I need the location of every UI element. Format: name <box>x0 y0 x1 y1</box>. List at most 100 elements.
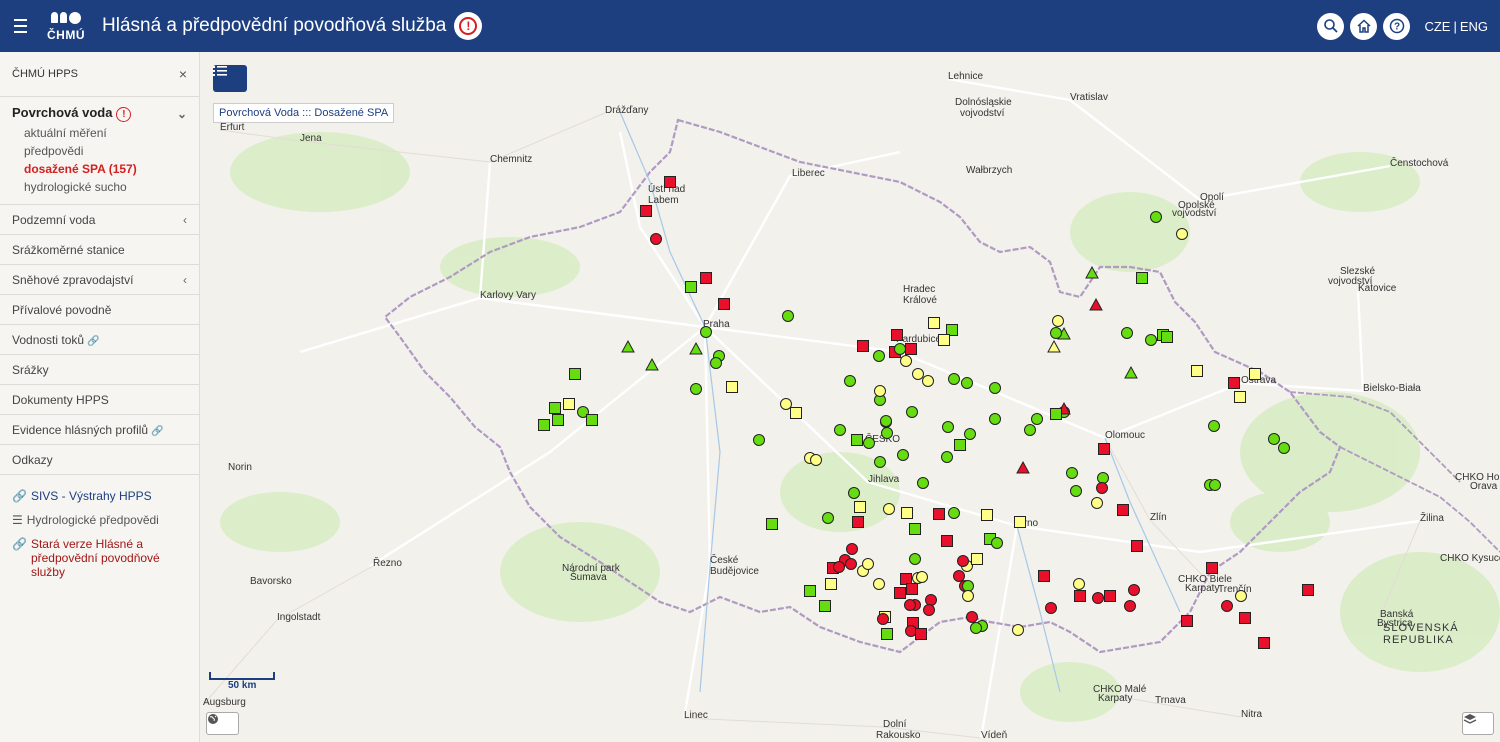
station-marker-square[interactable] <box>538 419 550 431</box>
station-marker-circle[interactable] <box>710 357 722 369</box>
station-marker-square[interactable] <box>586 414 598 426</box>
station-marker-circle[interactable] <box>948 507 960 519</box>
station-marker-square[interactable] <box>1161 331 1173 343</box>
station-marker-square[interactable] <box>1228 377 1240 389</box>
station-marker-circle[interactable] <box>810 454 822 466</box>
station-marker-circle[interactable] <box>1121 327 1133 339</box>
station-marker-triangle[interactable] <box>621 339 635 353</box>
station-marker-square[interactable] <box>906 583 918 595</box>
sidebar-item[interactable]: Srážkoměrné stanice <box>0 234 199 264</box>
station-marker-circle[interactable] <box>1235 590 1247 602</box>
station-marker-circle[interactable] <box>904 599 916 611</box>
station-marker-square[interactable] <box>1074 590 1086 602</box>
map-canvas[interactable]: LehniceDolnósląskievojvodstvíVratislavDr… <box>200 52 1500 742</box>
station-marker-circle[interactable] <box>989 413 1001 425</box>
station-marker-circle[interactable] <box>1091 497 1103 509</box>
sidebar-item[interactable]: Srážky <box>0 354 199 384</box>
station-marker-circle[interactable] <box>873 350 885 362</box>
station-marker-circle[interactable] <box>863 437 875 449</box>
station-marker-square[interactable] <box>851 434 863 446</box>
station-marker-circle[interactable] <box>912 368 924 380</box>
sidebar-item[interactable]: Přívalové povodně <box>0 294 199 324</box>
station-marker-square[interactable] <box>819 600 831 612</box>
station-marker-square[interactable] <box>954 439 966 451</box>
station-marker-circle[interactable] <box>650 233 662 245</box>
station-marker-circle[interactable] <box>1012 624 1024 636</box>
layers-button[interactable] <box>1462 712 1494 735</box>
station-marker-circle[interactable] <box>848 487 860 499</box>
station-marker-circle[interactable] <box>883 503 895 515</box>
station-marker-square[interactable] <box>941 535 953 547</box>
station-marker-circle[interactable] <box>964 428 976 440</box>
station-marker-circle[interactable] <box>941 451 953 463</box>
map-view[interactable]: Lehnice Dolnósląskie vojvodství Vratislav Dr… <box>200 52 1500 742</box>
station-marker-circle[interactable] <box>1208 420 1220 432</box>
station-marker-circle[interactable] <box>923 604 935 616</box>
alert-icon[interactable]: ! <box>454 12 483 40</box>
station-marker-circle[interactable] <box>948 373 960 385</box>
station-marker-circle[interactable] <box>962 580 974 592</box>
help-button[interactable]: ? <box>1383 12 1411 40</box>
station-marker-circle[interactable] <box>989 382 1001 394</box>
station-marker-circle[interactable] <box>1145 334 1157 346</box>
station-marker-square[interactable] <box>1014 516 1026 528</box>
station-marker-circle[interactable] <box>1092 592 1104 604</box>
station-marker-circle[interactable] <box>753 434 765 446</box>
station-marker-square[interactable] <box>881 628 893 640</box>
sidebar-item[interactable]: Evidence hlásných profilů 🔗 <box>0 414 199 444</box>
station-marker-square[interactable] <box>1181 615 1193 627</box>
station-marker-square[interactable] <box>1098 443 1110 455</box>
basemap-button[interactable] <box>206 712 239 735</box>
sidebar-link-sivs[interactable]: 🔗 SIVS - Výstrahy HPPS <box>12 489 187 503</box>
station-marker-circle[interactable] <box>925 594 937 606</box>
station-marker-square[interactable] <box>946 324 958 336</box>
station-marker-triangle[interactable] <box>1016 460 1030 474</box>
station-marker-triangle[interactable] <box>689 341 703 355</box>
station-marker-circle[interactable] <box>845 558 857 570</box>
station-marker-circle[interactable] <box>1097 472 1109 484</box>
station-marker-circle[interactable] <box>844 375 856 387</box>
lang-cze[interactable]: CZE <box>1424 19 1450 34</box>
station-marker-circle[interactable] <box>942 421 954 433</box>
station-marker-square[interactable] <box>857 340 869 352</box>
station-marker-square[interactable] <box>549 402 561 414</box>
station-marker-triangle[interactable] <box>1047 339 1061 353</box>
station-marker-square[interactable] <box>1249 368 1261 380</box>
station-marker-square[interactable] <box>1302 584 1314 596</box>
station-marker-circle[interactable] <box>917 477 929 489</box>
station-marker-square[interactable] <box>790 407 802 419</box>
station-marker-square[interactable] <box>894 587 906 599</box>
station-marker-circle[interactable] <box>894 343 906 355</box>
station-marker-square[interactable] <box>905 343 917 355</box>
station-marker-square[interactable] <box>928 317 940 329</box>
sidebar-subitem[interactable]: předpovědi <box>24 142 187 160</box>
station-marker-circle[interactable] <box>953 570 965 582</box>
station-marker-circle[interactable] <box>822 512 834 524</box>
station-marker-square[interactable] <box>1258 637 1270 649</box>
station-marker-square[interactable] <box>1104 590 1116 602</box>
sidebar-item[interactable]: Odkazy <box>0 444 199 474</box>
station-marker-circle[interactable] <box>1096 482 1108 494</box>
station-marker-square[interactable] <box>891 329 903 341</box>
close-icon[interactable]: × <box>179 66 187 82</box>
station-marker-square[interactable] <box>804 585 816 597</box>
station-marker-square[interactable] <box>563 398 575 410</box>
station-marker-circle[interactable] <box>877 613 889 625</box>
station-marker-triangle[interactable] <box>1124 365 1138 379</box>
station-marker-square[interactable] <box>981 509 993 521</box>
station-marker-circle[interactable] <box>846 543 858 555</box>
home-button[interactable] <box>1350 12 1378 40</box>
station-marker-circle[interactable] <box>780 398 792 410</box>
sidebar-link-forecasts[interactable]: ☰ Hydrologické předpovědi <box>12 513 187 527</box>
station-marker-circle[interactable] <box>957 555 969 567</box>
lang-eng[interactable]: ENG <box>1460 19 1488 34</box>
station-marker-square[interactable] <box>1239 612 1251 624</box>
station-marker-square[interactable] <box>1234 391 1246 403</box>
station-marker-circle[interactable] <box>1045 602 1057 614</box>
station-marker-square[interactable] <box>900 573 912 585</box>
station-marker-square[interactable] <box>1206 562 1218 574</box>
station-marker-square[interactable] <box>640 205 652 217</box>
station-marker-circle[interactable] <box>897 449 909 461</box>
station-marker-triangle[interactable] <box>1089 297 1103 311</box>
station-marker-circle[interactable] <box>1209 479 1221 491</box>
